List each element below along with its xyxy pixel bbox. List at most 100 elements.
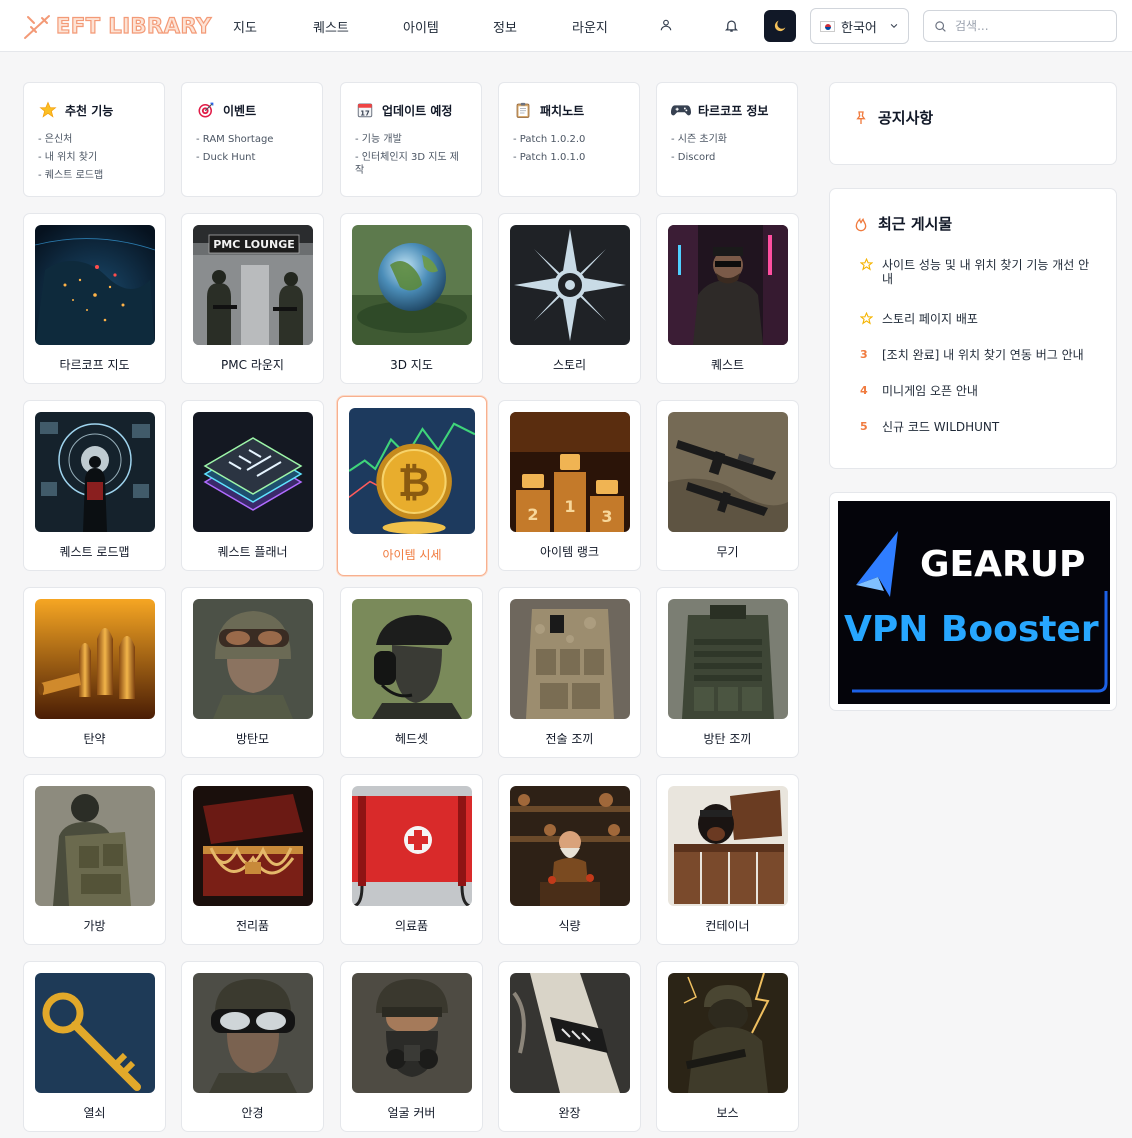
search-input[interactable] [955,19,1105,33]
notices-panel: 공지사항 [829,82,1117,165]
tile-backpacks[interactable]: 가방 [23,774,166,945]
tile-label: 퀘스트 로드맵 [59,545,130,559]
star-outline-icon [859,257,882,286]
info-link-feature-dev[interactable]: - 기능 개발 [355,131,467,149]
nav-info[interactable]: 정보 [493,17,517,36]
info-card-title: 업데이트 예정 [382,103,453,118]
site-logo[interactable]: EFT LIBRARY [22,10,212,42]
target-icon [196,100,216,120]
story-compass-image [510,225,630,345]
nav-lounge[interactable]: 라운지 [572,17,608,36]
tile-tarkov-map[interactable]: 타르코프 지도 [23,213,166,384]
recent-post-item[interactable]: 사이트 성능 및 내 위치 찾기 기능 개선 안내 [859,257,1090,286]
info-card-patch-notes: 패치노트 - Patch 1.0.2.0 - Patch 1.0.1.0 [498,82,640,197]
item-rank-image: 1 2 3 [510,412,630,532]
info-link-patch-1010[interactable]: - Patch 1.0.1.0 [513,149,625,167]
svg-text:₿: ₿ [398,460,431,506]
recent-post-title: [조치 완료] 내 위치 찾기 연동 버그 안내 [882,348,1084,362]
recent-posts-title-row: 최근 게시물 [852,213,952,234]
tile-pmc-lounge[interactable]: PMC LOUNGE PMC 라운지 [181,213,324,384]
tile-keys[interactable]: 열쇠 [23,961,166,1132]
recent-post-item[interactable]: 3 [조치 완료] 내 위치 찾기 연동 버그 안내 [860,348,1090,362]
tile-quest-planner[interactable]: 퀘스트 플래너 [181,400,324,571]
tile-label: 완장 [558,1106,581,1120]
tile-label: 퀘스트 [710,358,745,372]
svg-text:17: 17 [360,109,370,117]
nav-item[interactable]: 아이템 [403,17,439,36]
info-link-duck-hunt[interactable]: - Duck Hunt [196,149,308,167]
info-link-find-location[interactable]: - 내 위치 찾기 [38,149,150,167]
face-cover-image [352,973,472,1093]
tile-eyewear[interactable]: 안경 [181,961,324,1132]
tile-armor-vests[interactable]: 방탄 조끼 [656,587,799,758]
tile-item-price[interactable]: ₿ 아이템 시세 [337,396,487,576]
recent-post-item[interactable]: 4 미니게임 오픈 안내 [860,384,1090,398]
info-link-season-reset[interactable]: - 시즌 초기화 [671,131,783,149]
tile-3d-map[interactable]: 3D 지도 [340,213,483,384]
info-link-hideout[interactable]: - 은신처 [38,131,150,149]
tile-label: 아이템 시세 [382,548,442,562]
tile-bosses[interactable]: 보스 [656,961,799,1132]
recent-posts-title: 최근 게시물 [878,215,953,233]
tile-story[interactable]: 스토리 [498,213,641,384]
tile-headsets[interactable]: 헤드셋 [340,587,483,758]
tile-item-rank[interactable]: 1 2 3 아이템 랭크 [498,400,641,571]
recent-post-title: 사이트 성능 및 내 위치 찾기 기능 개선 안내 [882,258,1090,286]
tile-weapons[interactable]: 무기 [656,400,799,571]
tile-quest-roadmap[interactable]: 퀘스트 로드맵 [23,400,166,571]
language-label: 한국어 [841,20,877,36]
tile-label: 퀘스트 플래너 [217,545,288,559]
pmc-lounge-sign: PMC LOUNGE [213,238,295,251]
korea-flag-icon [820,20,835,32]
recent-post-title: 미니게임 오픈 안내 [882,384,978,398]
user-icon[interactable] [655,14,677,36]
tile-ammo[interactable]: 탄약 [23,587,166,758]
clipboard-icon [513,100,533,120]
armband-image [510,973,630,1093]
star-icon [38,100,58,120]
ammo-image [35,599,155,719]
info-link-ram-shortage[interactable]: - RAM Shortage [196,131,308,149]
nav-map[interactable]: 지도 [233,17,257,36]
info-link-quest-roadmap[interactable]: - 퀘스트 로드맵 [38,167,150,185]
tile-provisions[interactable]: 식량 [498,774,641,945]
info-card-title: 이벤트 [223,103,257,118]
dark-mode-toggle[interactable] [764,10,796,42]
tile-label: 안경 [241,1106,264,1120]
tile-face-cover[interactable]: 얼굴 커버 [340,961,483,1132]
nav-quest[interactable]: 퀘스트 [313,17,349,36]
loot-chest-image [193,786,313,906]
tile-quest[interactable]: 퀘스트 [656,213,799,384]
recent-posts-panel: 최근 게시물 사이트 성능 및 내 위치 찾기 기능 개선 안내 스토리 페이지… [829,188,1117,469]
search-box[interactable] [923,10,1117,42]
tile-label: 열쇠 [83,1106,106,1120]
tile-label: 가방 [83,919,106,933]
info-link-discord[interactable]: - Discord [671,149,783,167]
recent-post-item[interactable]: 스토리 페이지 배포 [859,311,1090,329]
info-link-patch-1020[interactable]: - Patch 1.0.2.0 [513,131,625,149]
notices-title-row[interactable]: 공지사항 [852,107,933,128]
medkit-image [352,786,472,906]
info-card-recommended: 추천 기능 - 은신처 - 내 위치 찾기 - 퀘스트 로드맵 [23,82,165,197]
tile-label: 탄약 [83,732,106,746]
tile-label: 아이템 랭크 [539,545,599,559]
info-card-tarkov-info: 타르코프 정보 - 시즌 초기화 - Discord [656,82,798,197]
tile-medical[interactable]: 의료품 [340,774,483,945]
tile-tactical-rigs[interactable]: 전술 조끼 [498,587,641,758]
info-link-interchange-3d[interactable]: - 인터체인지 3D 지도 제작 [355,151,467,177]
tile-helmets[interactable]: 방탄모 [181,587,324,758]
bell-icon[interactable] [720,14,742,36]
tarkov-map-image [35,225,155,345]
helmet-image [193,599,313,719]
star-outline-icon [859,311,882,329]
language-select[interactable]: 한국어 [810,8,909,44]
pmc-lounge-image: PMC LOUNGE [193,225,313,345]
tile-armbands[interactable]: 완장 [498,961,641,1132]
tile-label: PMC 라운지 [221,358,284,372]
brand-name: EFT LIBRARY [55,13,212,38]
recent-post-item[interactable]: 5 신규 코드 WILDHUNT [860,420,1090,434]
notices-title: 공지사항 [878,109,934,127]
ad-banner[interactable]: GEARUP VPN Booster [829,492,1117,711]
tile-loot[interactable]: 전리품 [181,774,324,945]
tile-containers[interactable]: 컨테이너 [656,774,799,945]
